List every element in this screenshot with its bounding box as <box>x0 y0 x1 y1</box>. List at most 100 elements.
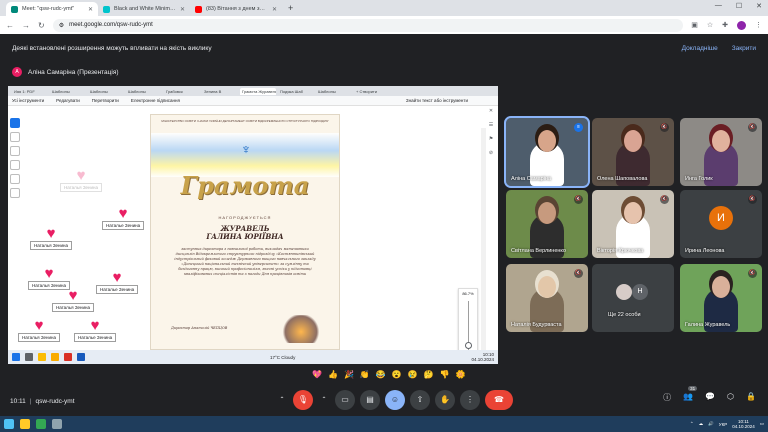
extensions-icon[interactable]: ✚ <box>722 21 728 29</box>
browser-tab-meet[interactable]: Meet: "qsw-rudc-ymt" ✕ <box>6 2 98 16</box>
reaction-emoji[interactable]: 👏 <box>360 370 370 379</box>
participant-avatar <box>616 284 632 300</box>
heart-sticker: ♥ Наталья Зенина <box>60 168 103 192</box>
raise-hand-button[interactable]: ✋ <box>435 390 455 410</box>
comment-tool-icon <box>10 132 20 142</box>
chat-icon[interactable]: 💬 <box>705 392 715 403</box>
bookmark-star-icon[interactable]: ☆ <box>707 21 713 29</box>
sticker-name: Наталья Зенина <box>52 303 95 312</box>
shared-screen: Ияя 1: PDF Шаблоны Шаблоны Шаблоны Грабо… <box>8 86 498 364</box>
participant-tile[interactable]: ≡ Аліна Самаріна <box>504 116 590 188</box>
participant-tile[interactable]: 🔇 Галина Журавель <box>680 264 762 332</box>
close-link[interactable]: Закрити <box>732 45 756 52</box>
info-icon[interactable]: ⓘ <box>663 392 671 403</box>
participant-tile[interactable]: И 🔇 Ирина Леонова <box>680 190 762 258</box>
heart-sticker: ♥ Наталья Зенина <box>18 318 61 342</box>
reload-icon[interactable]: ↻ <box>38 21 45 30</box>
reaction-emoji[interactable]: 💖 <box>312 370 322 379</box>
tray-up-icon[interactable]: ⌃ <box>690 421 694 427</box>
chrome-icon[interactable] <box>36 419 46 429</box>
sticker-name: Наталье Зенина <box>74 333 117 342</box>
camera-button[interactable]: ▭ <box>335 390 355 410</box>
participant-tile[interactable]: 🔇 Світлана Верлиненко <box>506 190 588 258</box>
attachment-icon: ⊘ <box>488 150 494 156</box>
reaction-emoji[interactable]: 👍 <box>328 370 338 379</box>
close-tab-icon[interactable]: ✕ <box>88 6 93 13</box>
mic-muted-icon: 🔇 <box>748 195 757 204</box>
details-link[interactable]: Докладніше <box>682 45 718 52</box>
leave-call-button[interactable]: ☎ <box>485 390 513 410</box>
participant-initial: И <box>709 206 733 230</box>
volume-icon[interactable]: 🔊 <box>708 421 714 427</box>
meeting-code: qsw-rudc-ymt <box>35 397 75 405</box>
address-bar[interactable]: ⚙ meet.google.com/qsw-rudc-ymt <box>52 18 684 32</box>
shared-tab-strip: Ияя 1: PDF Шаблоны Шаблоны Шаблоны Грабо… <box>8 86 498 96</box>
reaction-bar: 💖 👍 🎉 👏 😂 😮 😢 🤔 👎 🌼 <box>312 370 466 379</box>
camera-icon[interactable]: ▣ <box>691 21 698 29</box>
close-panel-icon: ✕ <box>488 108 494 114</box>
new-tab-button[interactable]: + <box>282 2 299 16</box>
people-count-badge: 31 <box>688 386 698 391</box>
acrobat-icon <box>64 353 72 361</box>
system-clock[interactable]: 10:11 04.10.2024 <box>732 419 755 429</box>
youtube-favicon-icon <box>195 5 202 13</box>
app-icon[interactable] <box>52 419 62 429</box>
sticker-name: Наталья Зенина <box>30 241 73 250</box>
reactions-button[interactable]: ☺ <box>385 390 405 410</box>
back-icon[interactable]: ← <box>6 21 14 30</box>
menu-dots-icon[interactable]: ⋮ <box>755 21 762 29</box>
toolbar-right: ▣ ☆ ✚ ⋮ <box>691 20 762 30</box>
captions-button[interactable]: ▤ <box>360 390 380 410</box>
close-window-icon[interactable]: ✕ <box>756 2 762 10</box>
meeting-time: 10:11 <box>10 397 26 405</box>
shared-tab: Подяка Шаб <box>280 88 303 94</box>
participant-tile[interactable]: 🔇 Вікторія Крючкова <box>592 190 674 258</box>
language-indicator[interactable]: УКР <box>719 422 727 427</box>
participant-tile[interactable]: Н Ще 22 особи <box>592 264 674 332</box>
forward-icon[interactable]: → <box>22 21 30 30</box>
camera-options-icon[interactable]: ⌃ <box>318 390 330 410</box>
participant-tile[interactable]: 🔇 Олена Шаповалова <box>592 118 674 186</box>
maximize-icon[interactable]: ☐ <box>736 2 742 10</box>
heart-icon: ♥ <box>112 269 122 286</box>
participant-tile[interactable]: 🔇 Инга Голик <box>680 118 762 186</box>
shared-menu-item: Усі інструменти <box>12 98 45 103</box>
reaction-emoji[interactable]: 😢 <box>408 370 418 379</box>
reaction-emoji[interactable]: 😮 <box>392 370 402 379</box>
people-icon[interactable]: 👥 31 <box>683 386 698 403</box>
activities-icon[interactable]: ⬡ <box>727 392 734 403</box>
network-icon[interactable]: ☁ <box>699 421 704 427</box>
reaction-emoji[interactable]: 🤔 <box>424 370 434 379</box>
browser-tab-label: (83) Вітання з днем захисник... <box>206 6 268 12</box>
present-button[interactable]: ⇧ <box>410 390 430 410</box>
shared-search-label: Знайти текст або інструменти <box>405 98 468 103</box>
participant-tile[interactable]: 🔇 Наталія Будурваста <box>506 264 588 332</box>
mic-options-icon[interactable]: ⌃ <box>276 390 288 410</box>
site-info-icon[interactable]: ⚙ <box>59 22 64 29</box>
host-controls-icon[interactable]: 🔒 <box>746 392 756 403</box>
browser-tab-label: Meet: "qsw-rudc-ymt" <box>22 6 75 12</box>
warning-message: Деякі встановлені розширення можуть впли… <box>12 44 212 52</box>
browser-tab-canva[interactable]: Black and White Minimalist Ar... ✕ <box>98 2 190 16</box>
shared-tab: Шаблоны <box>52 88 70 94</box>
reaction-emoji[interactable]: 🎉 <box>344 370 354 379</box>
browser-tab-youtube[interactable]: (83) Вітання з днем захисник... ✕ <box>190 2 282 16</box>
mic-muted-icon: 🔇 <box>574 195 583 204</box>
reaction-emoji[interactable]: 😂 <box>376 370 386 379</box>
reaction-emoji[interactable]: 🌼 <box>456 370 466 379</box>
heart-sticker: ♥ Наталья Зенина <box>30 226 73 250</box>
heart-icon: ♥ <box>44 265 54 282</box>
minimize-icon[interactable]: — <box>715 2 722 10</box>
close-tab-icon[interactable]: ✕ <box>180 6 185 13</box>
file-explorer-icon[interactable] <box>20 419 30 429</box>
reaction-emoji[interactable]: 👎 <box>440 370 450 379</box>
pen-tool-icon <box>10 146 20 156</box>
mic-off-button[interactable]: 🎙 <box>293 390 313 410</box>
notifications-icon[interactable]: ▭ <box>760 421 764 427</box>
profile-avatar[interactable] <box>737 20 746 30</box>
windows-start-icon[interactable] <box>4 419 14 429</box>
more-options-button[interactable]: ⋮ <box>460 390 480 410</box>
close-tab-icon[interactable]: ✕ <box>272 6 277 13</box>
chrome-icon <box>38 353 46 361</box>
heart-icon: ♥ <box>90 317 100 334</box>
